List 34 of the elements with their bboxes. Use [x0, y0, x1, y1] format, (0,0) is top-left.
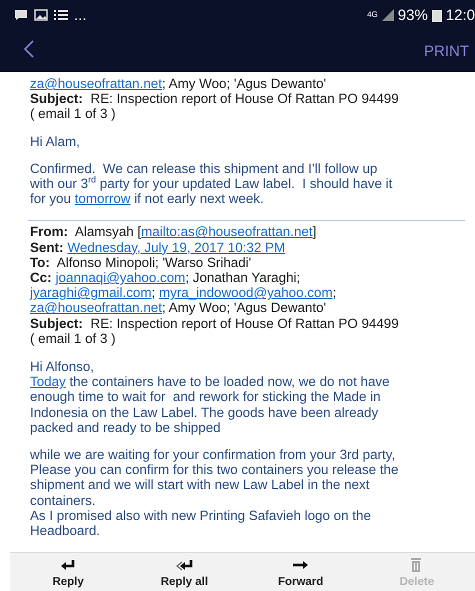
email-link[interactable]: jyaraghi@gmail.com	[30, 285, 152, 300]
clock: 12:0	[446, 6, 475, 24]
message-icon	[14, 9, 28, 21]
image-icon	[34, 9, 48, 21]
toolbar-button[interactable]: Forward	[242, 553, 359, 591]
email-link[interactable]: za@houseofrattan.net	[30, 300, 162, 316]
email-link[interactable]: Today	[30, 374, 66, 390]
toolbar-button[interactable]: Reply	[10, 553, 126, 591]
print-button[interactable]: PRINT	[400, 30, 475, 72]
header-field: za@houseofrattan.net; Amy Woo; 'Agus Dewanto'	[30, 76, 465, 92]
battery-icon	[432, 8, 442, 22]
message-paragraph: Hi Alfonso, Today the containers have to be loaded now, we do not have enough time to wait for and rework for sticking the Made in Indonesia on the Law Label. The goods have been already packed and ready to be shipped	[30, 359, 391, 436]
network-label: 4G	[367, 11, 378, 19]
list-icon	[54, 9, 68, 21]
battery-percent: 93%	[398, 6, 428, 24]
message-paragraph: while we are waiting for your confirmation from your 3rd party, Please you can confirm for this two containers you release the shipment and we will start with new Law Label in the next containers. As I promised also with new Printing Safavieh logo on the Headboard.	[30, 447, 400, 538]
email-link[interactable]: tomorrow	[74, 191, 130, 206]
email-link[interactable]: joannaqi@yahoo.com	[56, 270, 186, 286]
toolbar-button[interactable]: Reply all	[126, 553, 242, 591]
header-field: Cc: joannaqi@yahoo.com; Jonathan Yaraghi; jyaraghi@gmail.com; myra_indowood@yahoo.com; za@houseofrattan.net; Amy Woo; 'Agus Dewanto'	[30, 270, 465, 316]
header-field: Sent: Wednesday, July 19, 2017 10:32 PM	[30, 240, 465, 255]
message-paragraph: Confirmed. We can release this shipment and I’ll follow up with our 3$^{rd}$ party for your updated Law label. I should have it for you tomorrow if not early next week.	[30, 160, 394, 206]
header-field: Subject: RE: Inspection report of House Of Rattan PO 94499 ( email 1 of 3 )	[30, 316, 465, 346]
overflow-text: ...	[74, 6, 87, 24]
signal-icon	[382, 9, 394, 21]
email-link[interactable]: myra_indowood@yahoo.com	[158, 285, 333, 300]
header-field: From: Alamsyah [mailto:as@houseofrattan.net]	[30, 224, 465, 240]
email-link[interactable]: za@houseofrattan.net	[30, 76, 162, 91]
email-link[interactable]: mailto:as@houseofrattan.net	[141, 224, 313, 240]
message-paragraph: Hi Alam,	[30, 134, 81, 149]
header-field: Subject: RE: Inspection report of House Of Rattan PO 94499 ( email 1 of 3 )	[30, 91, 465, 122]
back-icon	[24, 40, 34, 58]
header-field: To: Alfonso Minopoli; 'Warso Srihadi'	[30, 254, 465, 270]
email-link[interactable]: Wednesday, July 19, 2017 10:32 PM	[67, 240, 286, 255]
